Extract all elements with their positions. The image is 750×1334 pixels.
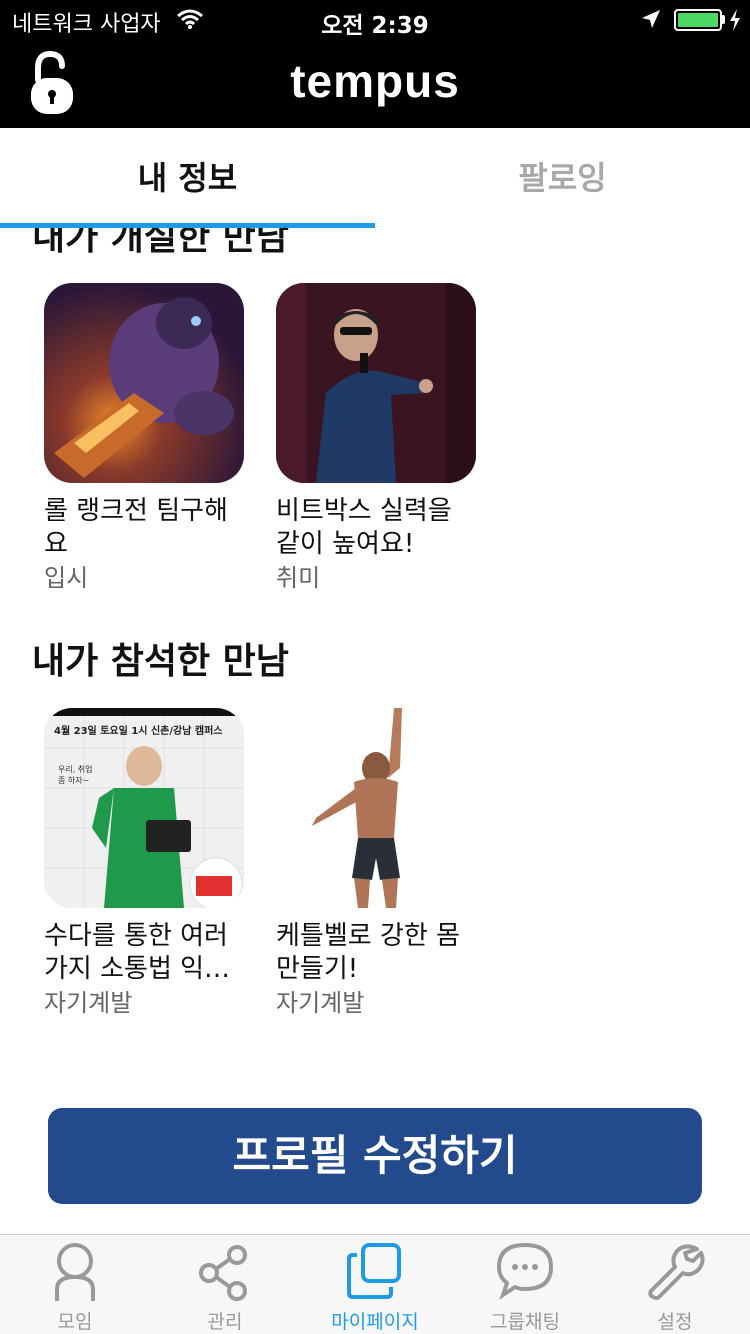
meeting-card[interactable]: 케틀벨로 강한 몸 만들기! 자기계발 xyxy=(276,708,476,1020)
card-name: 비트박스 실력을 같이 높여요! xyxy=(276,496,452,559)
tab-settings[interactable]: 설정 xyxy=(600,1235,750,1334)
beatbox-performer-thumbnail xyxy=(276,283,476,483)
unlock-icon[interactable] xyxy=(28,50,76,116)
card-name: 롤 랭크전 팀구해요 xyxy=(44,496,228,559)
my-info-content[interactable]: 내가 개설한 만남 롤 랭크전 팀구해요 입시 비트박스 실력을 같이 높여요!… xyxy=(0,128,750,1234)
location-arrow-icon xyxy=(642,10,660,28)
card-category: 자기계발 xyxy=(276,989,365,1017)
game-character-thumbnail xyxy=(44,283,244,483)
card-name: 수다를 통한 여러 가지 소통법 익… xyxy=(44,921,231,984)
meeting-card[interactable]: 롤 랭크전 팀구해요 입시 xyxy=(44,283,244,595)
meeting-card[interactable]: 비트박스 실력을 같이 높여요! 취미 xyxy=(276,283,476,595)
tab-mypage[interactable]: 마이페이지 xyxy=(300,1235,450,1334)
tab-label: 그룹채팅 xyxy=(490,1311,560,1333)
wrench-icon xyxy=(648,1244,705,1300)
poster-date-text: 4월 23일 토요일 1시 신촌/강남 캠퍼스 xyxy=(54,726,223,737)
athlete-thumbnail xyxy=(276,708,476,908)
event-poster-thumbnail: 4월 23일 토요일 1시 신촌/강남 캠퍼스 우리, 취업 좀 하자~ xyxy=(44,708,244,908)
section-title-attended: 내가 참석한 만남 xyxy=(32,641,289,682)
battery-icon xyxy=(674,9,722,31)
tab-label: 마이페이지 xyxy=(331,1311,419,1333)
tab-manage[interactable]: 관리 xyxy=(150,1235,300,1334)
carrier-label: 네트워크 사업자 xyxy=(12,12,161,37)
tab-my-info[interactable]: 내 정보 xyxy=(0,128,375,228)
tab-following[interactable]: 팔로잉 xyxy=(375,128,750,228)
tab-indicator xyxy=(0,223,375,228)
battery-tip xyxy=(722,15,725,24)
bottom-tab-bar: 모임 관리 마이페이지 그룹채팅 설정 xyxy=(0,1234,750,1334)
tab-label: 설정 xyxy=(657,1311,693,1333)
nav-bar: tempus xyxy=(0,40,750,128)
card-category: 입시 xyxy=(44,564,89,592)
squares-icon xyxy=(347,1243,401,1299)
card-name: 케틀벨로 강한 몸 만들기! xyxy=(276,921,460,984)
charging-bolt-icon xyxy=(730,9,740,31)
status-bar: 네트워크 사업자 오전 2:39 xyxy=(0,0,750,40)
share-icon xyxy=(199,1245,247,1301)
poster-side-text: 우리, 취업 좀 하자~ xyxy=(58,765,93,785)
chat-bubble-icon xyxy=(496,1242,554,1300)
wifi-icon xyxy=(177,9,203,29)
card-category: 자기계발 xyxy=(44,989,133,1017)
segment-tabs: 내 정보 팔로잉 xyxy=(0,128,750,228)
edit-profile-button[interactable]: 프로필 수정하기 xyxy=(48,1108,702,1204)
person-icon xyxy=(55,1243,95,1301)
tab-meetings[interactable]: 모임 xyxy=(0,1235,150,1334)
tab-group-chat[interactable]: 그룹채팅 xyxy=(450,1235,600,1334)
tab-label: 모임 xyxy=(57,1311,93,1333)
app-title: tempus xyxy=(290,55,460,107)
tab-label: 관리 xyxy=(207,1311,243,1333)
meeting-card[interactable]: 4월 23일 토요일 1시 신촌/강남 캠퍼스 우리, 취업 좀 하자~ 수다를… xyxy=(44,708,244,1020)
card-category: 취미 xyxy=(276,564,321,592)
